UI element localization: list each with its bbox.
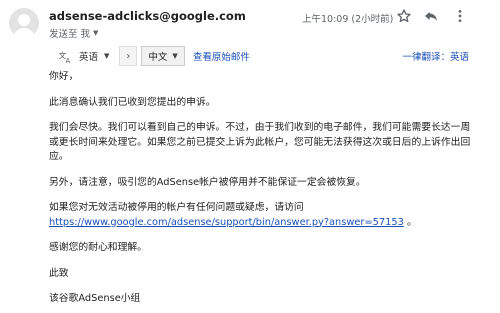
- translate-icon: 文 A: [57, 48, 73, 64]
- email-body: 你好， 此消息确认我们已收到您提出的申诉。 我们会尽快。我们可以看到自己的申诉。…: [49, 70, 479, 307]
- target-language-label: 中文: [148, 52, 168, 63]
- paragraph-processing: 我们会尽快。我们可以看到自己的申诉。不过，由于我们收到的电子邮件，我们可能需要长…: [49, 122, 471, 162]
- recipient-label: 发送至 我: [49, 29, 91, 40]
- swap-direction-icon[interactable]: ›: [119, 46, 138, 66]
- paragraph-contact-tail: 。: [403, 216, 417, 228]
- always-translate-link[interactable]: 一律翻译：英语: [402, 49, 469, 63]
- more-vert-icon[interactable]: [451, 7, 469, 25]
- paragraph-confirmation: 此消息确认我们已收到您提出的申诉。: [49, 96, 216, 108]
- avatar-head-shape: [18, 14, 30, 26]
- thanks-line: 感谢您的耐心和理解。: [49, 242, 147, 253]
- chevron-down-icon: ▼: [104, 52, 110, 60]
- star-icon[interactable]: [395, 7, 413, 25]
- greeting: 你好，: [49, 71, 79, 82]
- avatar-body-shape: [13, 28, 35, 38]
- source-language-select[interactable]: 英语 ▼: [79, 49, 109, 63]
- translate-bar: 文 A 英语 ▼ › 中文 ▼ 查看原始邮件 一律翻译：英语: [49, 46, 469, 66]
- reply-icon[interactable]: [422, 7, 440, 25]
- chevron-down-icon: ▼: [172, 52, 178, 60]
- closing-line: 此致: [49, 267, 69, 279]
- timestamp: 上午10:09 (2小时前): [302, 14, 394, 25]
- svg-text:A: A: [65, 56, 70, 63]
- paragraph-note: 另外，请注意，吸引您的AdSense帐户被停用并不能保证一定会被恢复。: [49, 176, 366, 188]
- target-language-select[interactable]: 中文 ▼: [141, 46, 185, 66]
- support-link[interactable]: https://www.google.com/adsense/support/b…: [49, 217, 404, 228]
- recipient-line[interactable]: 发送至 我 ▼: [49, 26, 98, 40]
- signature: 该谷歌AdSense小组: [49, 293, 141, 304]
- paragraph-contact-text: 如果您对无效活动被停用的帐户有任何问题或疑虑，请访问: [49, 202, 304, 213]
- source-language-label: 英语: [79, 52, 99, 63]
- chevron-down-icon[interactable]: ▼: [93, 29, 98, 37]
- paragraph-contact: 如果您对无效活动被停用的帐户有任何问题或疑虑，请访问 https://www.g…: [49, 201, 479, 230]
- avatar: [9, 8, 39, 38]
- show-original-link[interactable]: 查看原始邮件: [193, 49, 250, 63]
- sender-email[interactable]: adsense-adclicks@google.com: [49, 9, 246, 23]
